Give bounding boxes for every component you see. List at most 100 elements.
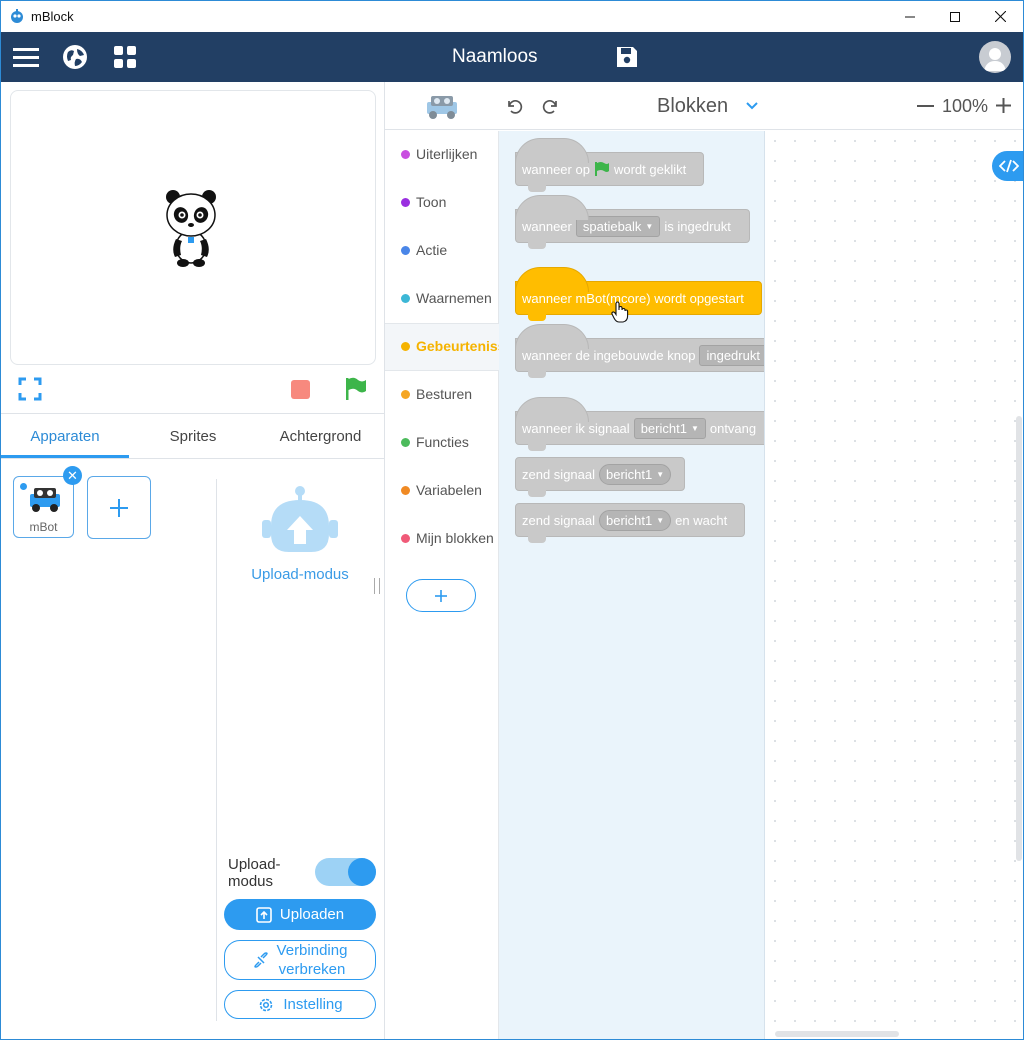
undo-icon[interactable] xyxy=(505,97,523,115)
fullscreen-icon[interactable] xyxy=(18,377,42,401)
caret-icon: ▼ xyxy=(645,221,654,231)
plus-icon xyxy=(435,589,447,602)
message-dropdown[interactable]: bericht1 ▼ xyxy=(599,509,672,531)
disconnect-button[interactable]: Verbinding verbreken xyxy=(224,940,376,980)
category-uiterlijken[interactable]: Uiterlijken xyxy=(385,131,499,179)
remove-device-button[interactable]: ✕ xyxy=(63,466,82,485)
chevron-down-icon[interactable] xyxy=(746,102,758,110)
block-when-receive-message[interactable]: wanneer ik signaal bericht1 ▼ ontvang xyxy=(515,397,764,451)
block-when-flag-clicked[interactable]: wanneer op wordt geklikt xyxy=(515,138,704,192)
category-label: Toon xyxy=(416,194,447,210)
block-broadcast-and-wait[interactable]: zend signaal bericht1 ▼ en wacht xyxy=(515,503,745,543)
add-extension-button[interactable] xyxy=(406,579,476,612)
device-mbot[interactable]: mBot xyxy=(13,476,74,538)
block-when-key-pressed[interactable]: wanneer spatiebalk ▼ is ingedrukt xyxy=(515,195,750,249)
category-dot xyxy=(401,486,410,495)
dropdown-value: bericht1 xyxy=(606,512,653,528)
maximize-button[interactable] xyxy=(932,1,978,32)
stop-icon[interactable] xyxy=(291,380,310,399)
avatar-icon[interactable] xyxy=(979,41,1011,73)
hand-cursor-icon xyxy=(611,301,629,323)
block-text: zend signaal xyxy=(522,512,595,528)
tab-achtergrond[interactable]: Achtergrond xyxy=(257,414,384,458)
panda-sprite[interactable] xyxy=(163,187,219,267)
caret-icon: ▼ xyxy=(690,423,699,433)
upload-mode-toggle[interactable] xyxy=(315,858,376,886)
block-text: wanneer mBot(mcore) wordt opgestart xyxy=(522,290,744,306)
project-title[interactable]: Naamloos xyxy=(452,46,538,68)
block-broadcast[interactable]: zend signaal bericht1 ▼ xyxy=(515,457,685,497)
close-icon xyxy=(994,11,1006,22)
save-icon[interactable] xyxy=(613,43,641,71)
script-workspace[interactable] xyxy=(765,131,1023,1039)
category-variabelen[interactable]: Variabelen xyxy=(385,467,499,515)
category-label: Variabelen xyxy=(416,482,482,498)
disconnect-line2: verbreken xyxy=(278,961,346,978)
block-text: en wacht xyxy=(675,512,728,528)
stage-canvas[interactable] xyxy=(10,90,376,365)
panel-separator xyxy=(216,479,217,1021)
block-text: is ingedrukt xyxy=(664,218,731,234)
code-view-button[interactable] xyxy=(992,151,1023,181)
grid-icon[interactable] xyxy=(111,43,139,71)
category-waarnemen[interactable]: Waarnemen xyxy=(385,275,499,323)
category-dot xyxy=(401,150,410,159)
disconnect-button-label: Verbinding verbreken xyxy=(277,941,348,979)
close-window-button[interactable] xyxy=(977,1,1023,32)
category-mijn-blokken[interactable]: Mijn blokken xyxy=(385,515,499,563)
category-label: Gebeurtenissen xyxy=(416,338,499,354)
resize-handle[interactable] xyxy=(374,578,380,594)
mbot-device-icon[interactable] xyxy=(425,93,459,121)
category-actie[interactable]: Actie xyxy=(385,227,499,275)
editor-toolbar: Blokken 100% xyxy=(385,82,1023,130)
category-dot xyxy=(401,438,410,447)
message-dropdown[interactable]: bericht1 ▼ xyxy=(633,417,706,439)
menu-icon[interactable] xyxy=(12,43,40,71)
category-gebeurtenissen[interactable]: Gebeurtenissen xyxy=(385,323,499,371)
mblock-logo-icon xyxy=(11,9,23,23)
settings-button[interactable]: Instelling xyxy=(224,990,376,1019)
title-bar: mBlock xyxy=(1,1,1023,32)
redo-icon[interactable] xyxy=(542,97,560,115)
block-text: ontvang xyxy=(709,420,757,436)
button-state-dropdown[interactable]: ingedrukt▼ xyxy=(699,344,764,366)
gear-icon xyxy=(260,998,273,1011)
block-palette: wanneer op wordt geklikt wanneer spatieb… xyxy=(499,131,765,1039)
upload-button-label: Uploaden xyxy=(279,906,345,923)
category-functies[interactable]: Functies xyxy=(385,419,499,467)
zoom-out-icon[interactable] xyxy=(917,105,934,107)
green-flag-icon[interactable] xyxy=(345,377,367,401)
upload-button[interactable]: Uploaden xyxy=(224,899,376,930)
minimize-icon xyxy=(905,16,915,17)
category-dot xyxy=(401,294,410,303)
vertical-scrollbar[interactable] xyxy=(1016,416,1022,861)
upload-icon xyxy=(256,906,272,923)
tab-sprites[interactable]: Sprites xyxy=(129,414,257,458)
settings-button-label: Instelling xyxy=(283,996,343,1013)
category-label: Mijn blokken xyxy=(416,530,494,546)
category-label: Uiterlijken xyxy=(416,146,478,162)
dropdown-value: bericht1 xyxy=(606,466,653,482)
disconnect-line1: Verbinding xyxy=(276,942,348,959)
plus-icon xyxy=(110,498,128,517)
horizontal-scrollbar[interactable] xyxy=(775,1031,899,1037)
category-label: Waarnemen xyxy=(416,290,492,306)
category-besturen[interactable]: Besturen xyxy=(385,371,499,419)
minimize-button[interactable] xyxy=(887,1,933,32)
category-toon[interactable]: Toon xyxy=(385,179,499,227)
add-device-button[interactable] xyxy=(87,476,151,539)
upload-mode-toggle-label: Upload- modus xyxy=(228,856,281,890)
window-title: mBlock xyxy=(31,9,74,24)
editor-mode-select[interactable]: Blokken xyxy=(657,95,728,118)
block-text: wanneer ik signaal xyxy=(522,420,630,436)
zoom-in-icon[interactable] xyxy=(996,98,1011,113)
key-dropdown[interactable]: spatiebalk ▼ xyxy=(575,215,661,237)
block-when-onboard-button[interactable]: wanneer de ingebouwde knop ingedrukt▼ xyxy=(515,324,764,378)
block-when-mbot-starts[interactable]: wanneer mBot(mcore) wordt opgestart xyxy=(515,267,762,321)
stage-controls xyxy=(1,366,384,412)
message-dropdown[interactable]: bericht1 ▼ xyxy=(599,463,672,485)
tab-apparaten[interactable]: Apparaten xyxy=(1,414,129,458)
block-text: zend signaal xyxy=(522,466,595,482)
globe-icon[interactable] xyxy=(61,43,89,71)
toggle-label-line2: modus xyxy=(228,873,274,890)
